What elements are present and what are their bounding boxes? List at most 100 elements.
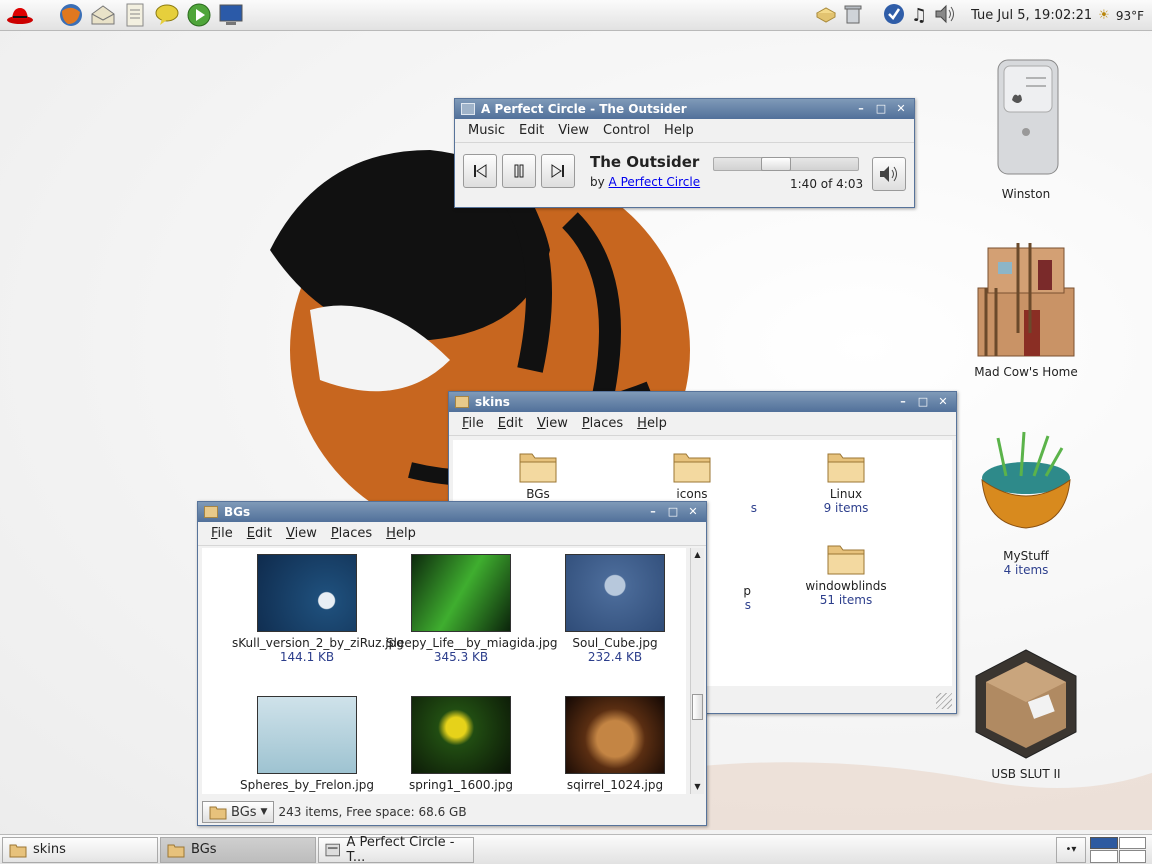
desktop-icon-label: USB SLUT II: [991, 767, 1061, 781]
image-item[interactable]: Sleepy_Life__by_miagida.jpg 345.3 KB: [386, 554, 557, 664]
clock[interactable]: Tue Jul 5, 19:02:21: [971, 8, 1092, 23]
menu-edit[interactable]: Edit: [512, 123, 551, 138]
menu-file[interactable]: File: [204, 526, 240, 541]
menu-places[interactable]: Places: [575, 416, 630, 431]
menu-view[interactable]: View: [551, 123, 596, 138]
close-button[interactable]: ✕: [892, 101, 910, 117]
thumbnail: [411, 696, 511, 774]
maximize-button[interactable]: □: [872, 101, 890, 117]
workspace-menu-button[interactable]: •▾: [1056, 836, 1086, 863]
thumbnail: [565, 554, 665, 632]
resize-grip[interactable]: [936, 693, 952, 709]
song-title: The Outsider: [590, 153, 700, 171]
menu-view[interactable]: View: [279, 526, 324, 541]
desktop-icon-mystuff[interactable]: MyStuff 4 items: [956, 428, 1096, 577]
seek-handle[interactable]: [761, 157, 791, 171]
minimize-button[interactable]: –: [644, 504, 662, 520]
folder-icon: [827, 453, 865, 483]
notes-icon[interactable]: [120, 1, 150, 29]
workspace-3[interactable]: [1090, 850, 1118, 863]
volume-button[interactable]: [872, 157, 906, 191]
bgs-titlebar[interactable]: BGs – □ ✕: [198, 502, 706, 522]
player-titlebar[interactable]: A Perfect Circle - The Outsider – □ ✕: [455, 99, 914, 119]
menu-view[interactable]: View: [530, 416, 575, 431]
image-item[interactable]: Soul_Cube.jpg 232.4 KB: [540, 554, 686, 664]
image-item[interactable]: sKull_version_2_by_ziRuz.jpg 144.1 KB: [232, 554, 404, 664]
item-name: Linux: [829, 487, 863, 501]
next-icon: [551, 164, 564, 178]
item-name: sKull_version_2_by_ziRuz.jpg: [232, 636, 404, 650]
desktop-icon-winston[interactable]: Winston: [956, 52, 1096, 201]
folder-item[interactable]: Linux 9 items: [771, 448, 921, 515]
package-icon[interactable]: [815, 5, 837, 27]
menu-edit[interactable]: Edit: [240, 526, 279, 541]
minimize-button[interactable]: –: [852, 101, 870, 117]
menu-help[interactable]: Help: [630, 416, 674, 431]
firefox-icon[interactable]: [56, 1, 86, 29]
status-bar: BGs ▼ 243 items, Free space: 68.6 GB: [198, 799, 706, 825]
close-button[interactable]: ✕: [684, 504, 702, 520]
desktop-icon-label: Winston: [1001, 187, 1051, 201]
desktop-icon-count: 4 items: [1003, 563, 1049, 577]
taskbar-button-bgs[interactable]: BGs: [160, 836, 316, 863]
update-check-icon[interactable]: [883, 3, 905, 29]
image-item[interactable]: Spheres_by_Frelon.jpg: [232, 696, 382, 792]
location-dropdown[interactable]: BGs ▼: [202, 801, 275, 823]
trash-icon[interactable]: [843, 3, 863, 29]
item-name: windowblinds: [805, 579, 887, 593]
skins-menubar: File Edit View Places Help: [449, 412, 956, 436]
minimize-button[interactable]: –: [894, 394, 912, 410]
previous-track-button[interactable]: [463, 154, 497, 188]
workspace-1[interactable]: [1090, 836, 1118, 849]
computer-icon: [997, 59, 1059, 175]
menu-control[interactable]: Control: [596, 123, 657, 138]
menu-help[interactable]: Help: [379, 526, 423, 541]
planter-icon: [981, 431, 1071, 529]
maximize-button[interactable]: □: [914, 394, 932, 410]
pause-button[interactable]: [502, 154, 536, 188]
skins-titlebar[interactable]: skins – □ ✕: [449, 392, 956, 412]
menu-music[interactable]: Music: [461, 123, 512, 138]
chat-icon[interactable]: [152, 1, 182, 29]
media-player-icon[interactable]: [184, 1, 214, 29]
next-track-button[interactable]: [541, 154, 575, 188]
close-button[interactable]: ✕: [934, 394, 952, 410]
desktop-icon-usb-slut-ii[interactable]: USB SLUT II: [956, 646, 1096, 781]
menu-places[interactable]: Places: [324, 526, 379, 541]
mail-icon[interactable]: [88, 1, 118, 29]
scroll-thumb[interactable]: [692, 694, 703, 720]
folder-item[interactable]: windowblinds 51 items: [771, 540, 921, 607]
workspace-switcher[interactable]: [1090, 836, 1146, 863]
seek-bar[interactable]: [713, 157, 859, 171]
item-size: 144.1 KB: [279, 650, 335, 664]
scroll-down-arrow[interactable]: ▼: [691, 780, 704, 794]
menu-edit[interactable]: Edit: [491, 416, 530, 431]
window-title: BGs: [224, 505, 251, 519]
taskbar-button-player[interactable]: A Perfect Circle - T...: [318, 835, 474, 864]
desktop-icon-label: Mad Cow's Home: [974, 365, 1078, 379]
item-name: BGs: [526, 487, 550, 501]
image-item[interactable]: spring1_1600.jpg: [386, 696, 536, 792]
maximize-button[interactable]: □: [664, 504, 682, 520]
volume-icon[interactable]: [933, 3, 957, 29]
bgs-menubar: File Edit View Places Help: [198, 522, 706, 546]
weather-temperature[interactable]: 93°F: [1116, 9, 1144, 23]
scroll-up-arrow[interactable]: ▲: [691, 548, 704, 562]
monitor-icon[interactable]: [216, 1, 246, 29]
music-player-window: A Perfect Circle - The Outsider – □ ✕ Mu…: [454, 98, 915, 208]
image-item[interactable]: sqirrel_1024.jpg: [540, 696, 686, 792]
workspace-4[interactable]: [1118, 850, 1146, 863]
desktop-icon-mad-cows-home[interactable]: Mad Cow's Home: [956, 238, 1096, 379]
taskbar-button-skins[interactable]: skins: [2, 836, 158, 863]
item-count: 9 items: [823, 501, 869, 515]
player-menubar: Music Edit View Control Help: [455, 119, 914, 143]
menu-help[interactable]: Help: [657, 123, 701, 138]
artist-link[interactable]: A Perfect Circle: [609, 175, 701, 189]
redhat-menu-icon[interactable]: [0, 1, 40, 29]
vertical-scrollbar[interactable]: ▲ ▼: [690, 548, 704, 794]
weather-icon[interactable]: ☀: [1098, 8, 1110, 23]
music-note-icon[interactable]: ♫: [911, 6, 927, 25]
folder-item[interactable]: BGs: [463, 448, 613, 501]
workspace-2[interactable]: [1118, 836, 1146, 849]
menu-file[interactable]: File: [455, 416, 491, 431]
